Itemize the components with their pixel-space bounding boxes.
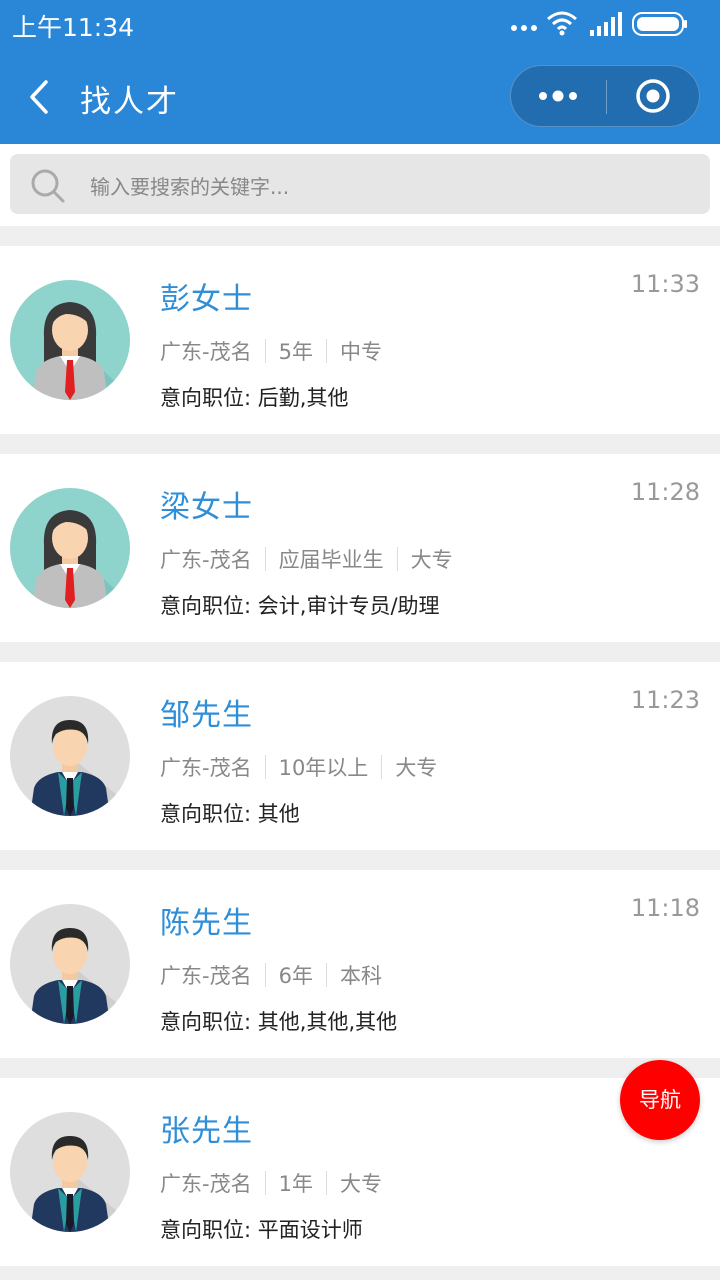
candidate-card[interactable]: 邹先生 11:23 广东-茂名 10年以上 大专 意向职位: 其他 <box>0 662 720 850</box>
meta-divider <box>264 339 266 363</box>
page-title: 找人才 <box>80 84 179 120</box>
intended-position: 意向职位: 平面设计师 <box>160 1214 363 1244</box>
meta-divider <box>264 547 266 571</box>
candidate-meta: 广东-茂名 1年 大专 <box>160 1168 382 1198</box>
location: 广东-茂名 <box>160 340 252 364</box>
post-time: 11:18 <box>630 894 700 922</box>
target-circle-icon <box>636 79 670 113</box>
candidate-card[interactable]: 彭女士 11:33 广东-茂名 5年 中专 意向职位: 后勤,其他 <box>0 246 720 434</box>
intent-label: 意向职位: <box>160 386 252 410</box>
status-icons <box>508 10 708 40</box>
status-time: 上午11:34 <box>12 13 135 42</box>
search-area: 输入要搜索的关键字... <box>0 144 720 226</box>
intended-position: 意向职位: 会计,审计专员/助理 <box>160 590 440 620</box>
avatar-male <box>10 1112 130 1232</box>
candidate-name: 陈先生 <box>160 906 253 941</box>
chevron-left-icon <box>30 80 48 114</box>
search-placeholder: 输入要搜索的关键字... <box>90 175 290 199</box>
education: 大专 <box>410 548 453 572</box>
navigation-fab-button[interactable]: 导航 <box>620 1060 700 1140</box>
avatar-male <box>10 904 130 1024</box>
meta-divider <box>381 755 383 779</box>
experience: 应届毕业生 <box>278 548 384 572</box>
intent-label: 意向职位: <box>160 1010 252 1034</box>
candidate-name: 邹先生 <box>160 698 253 733</box>
education: 中专 <box>339 340 382 364</box>
avatar-male <box>10 696 130 816</box>
meta-divider <box>264 755 266 779</box>
status-bar: 上午11:34 <box>0 0 720 50</box>
app-header: 上午11:34 找人才 <box>0 0 720 144</box>
more-dots-icon <box>539 90 577 102</box>
meta-divider <box>264 1171 266 1195</box>
search-icon <box>31 169 65 203</box>
capsule-more-button[interactable] <box>511 66 606 126</box>
location: 广东-茂名 <box>160 756 252 780</box>
candidate-meta: 广东-茂名 应届毕业生 大专 <box>160 544 453 574</box>
education: 大专 <box>339 1172 382 1196</box>
meta-divider <box>396 547 398 571</box>
candidate-card[interactable]: 梁女士 11:28 广东-茂名 应届毕业生 大专 意向职位: 会计,审计专员/助… <box>0 454 720 642</box>
intent-label: 意向职位: <box>160 594 252 618</box>
candidate-name: 张先生 <box>160 1114 253 1149</box>
candidate-meta: 广东-茂名 6年 本科 <box>160 960 382 990</box>
intended-position: 意向职位: 其他 <box>160 798 300 828</box>
candidate-meta: 广东-茂名 5年 中专 <box>160 336 382 366</box>
intended-position: 意向职位: 其他,其他,其他 <box>160 1006 397 1036</box>
location: 广东-茂名 <box>160 1172 252 1196</box>
signal-icon <box>590 12 622 36</box>
meta-divider <box>325 1171 327 1195</box>
location: 广东-茂名 <box>160 548 252 572</box>
intent-value: 平面设计师 <box>257 1218 363 1242</box>
intent-value: 会计,审计专员/助理 <box>257 594 440 618</box>
candidate-card[interactable]: 陈先生 11:18 广东-茂名 6年 本科 意向职位: 其他,其他,其他 <box>0 870 720 1058</box>
location: 广东-茂名 <box>160 964 252 988</box>
intent-value: 其他 <box>257 802 300 826</box>
nav-bar: 找人才 <box>0 50 720 144</box>
candidate-name: 彭女士 <box>160 282 253 317</box>
battery-icon <box>632 12 687 36</box>
candidate-card[interactable]: 张先生 广东-茂名 1年 大专 意向职位: 平面设计师 <box>0 1078 720 1266</box>
intent-value: 后勤,其他 <box>257 386 349 410</box>
experience: 6年 <box>278 964 313 988</box>
candidate-meta: 广东-茂名 10年以上 大专 <box>160 752 437 782</box>
wifi-icon <box>547 11 577 36</box>
intended-position: 意向职位: 后勤,其他 <box>160 382 348 412</box>
experience: 10年以上 <box>278 756 369 780</box>
avatar-female <box>10 280 130 400</box>
post-time: 11:23 <box>630 686 700 714</box>
avatar-female <box>10 488 130 608</box>
intent-label: 意向职位: <box>160 1218 252 1242</box>
meta-divider <box>325 963 327 987</box>
education: 大专 <box>395 756 438 780</box>
candidate-list: 彭女士 11:33 广东-茂名 5年 中专 意向职位: 后勤,其他 梁女士 11… <box>0 246 720 1280</box>
experience: 1年 <box>278 1172 313 1196</box>
post-time: 11:28 <box>630 478 700 506</box>
capsule-close-button[interactable] <box>607 66 701 126</box>
meta-divider <box>325 339 327 363</box>
candidate-name: 梁女士 <box>160 490 253 525</box>
back-button[interactable] <box>20 72 60 122</box>
mini-program-capsule <box>510 65 700 127</box>
meta-divider <box>264 963 266 987</box>
search-input[interactable]: 输入要搜索的关键字... <box>10 154 710 214</box>
intent-label: 意向职位: <box>160 802 252 826</box>
education: 本科 <box>339 964 382 988</box>
post-time: 11:33 <box>630 270 700 298</box>
more-dots-icon <box>511 25 537 31</box>
intent-value: 其他,其他,其他 <box>257 1010 398 1034</box>
experience: 5年 <box>278 340 313 364</box>
